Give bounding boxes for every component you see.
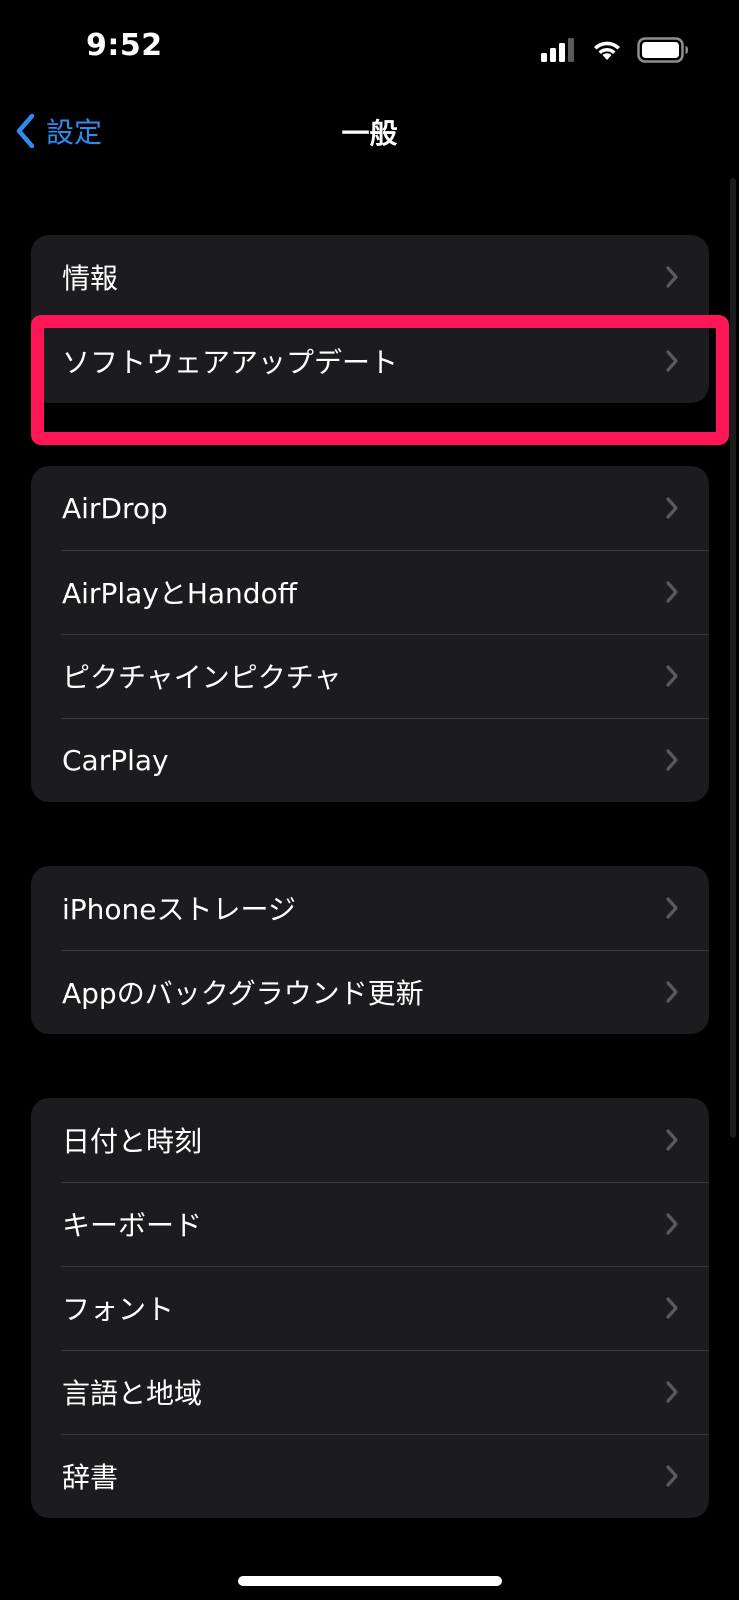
battery-icon <box>637 37 688 63</box>
list-item-label: キーボード <box>62 1209 203 1242</box>
settings-group-locale: 日付と時刻 キーボード フォント 言語と地域 辞書 <box>31 1098 709 1518</box>
list-item-keyboard[interactable]: キーボード <box>31 1182 709 1266</box>
list-item-fonts[interactable]: フォント <box>31 1266 709 1350</box>
chevron-right-icon <box>666 1381 678 1403</box>
chevron-right-icon <box>666 497 678 519</box>
chevron-right-icon <box>666 581 678 603</box>
settings-group-info: 情報 ソフトウェアアップデート <box>31 235 709 403</box>
chevron-right-icon <box>666 897 678 919</box>
home-indicator[interactable] <box>238 1576 502 1586</box>
back-button-label: 設定 <box>46 116 103 149</box>
back-button[interactable]: 設定 <box>14 108 102 154</box>
wifi-icon <box>594 41 620 60</box>
chevron-right-icon <box>666 1129 678 1151</box>
chevron-right-icon <box>666 665 678 687</box>
list-item-label: AirPlayとHandoff <box>62 577 297 610</box>
list-item-date-time[interactable]: 日付と時刻 <box>31 1098 709 1182</box>
list-item-background-app-refresh[interactable]: Appのバックグラウンド更新 <box>31 950 709 1034</box>
list-item-label: フォント <box>62 1293 175 1326</box>
list-item-carplay[interactable]: CarPlay <box>31 718 709 802</box>
list-item-label: 情報 <box>62 262 119 295</box>
list-item-label: Appのバックグラウンド更新 <box>62 977 424 1010</box>
chevron-left-icon <box>16 113 35 149</box>
list-item-label: 言語と地域 <box>62 1377 203 1410</box>
list-item-label: ソフトウェアアップデート <box>62 346 399 379</box>
list-item-label: iPhoneストレージ <box>62 893 296 926</box>
status-icons <box>541 36 689 64</box>
list-item-software-update[interactable]: ソフトウェアアップデート <box>31 319 709 403</box>
list-item-label: ピクチャインピクチャ <box>62 661 342 694</box>
list-item-label: AirDrop <box>62 491 168 525</box>
list-item-label: CarPlay <box>62 743 169 777</box>
scroll-indicator <box>730 178 736 1138</box>
list-item-airplay-handoff[interactable]: AirPlayとHandoff <box>31 550 709 634</box>
settings-group-connectivity: AirDrop AirPlayとHandoff ピクチャインピクチャ CarPl… <box>31 466 709 802</box>
list-item-airdrop[interactable]: AirDrop <box>31 466 709 550</box>
list-item-info[interactable]: 情報 <box>31 235 709 319</box>
list-item-picture-in-picture[interactable]: ピクチャインピクチャ <box>31 634 709 718</box>
chevron-right-icon <box>666 749 678 771</box>
status-time: 9:52 <box>86 28 163 63</box>
cellular-signal-icon <box>541 38 574 62</box>
chevron-right-icon <box>666 350 678 372</box>
page-title: 一般 <box>341 117 398 150</box>
list-item-iphone-storage[interactable]: iPhoneストレージ <box>31 866 709 950</box>
chevron-right-icon <box>666 1213 678 1235</box>
list-item-language-region[interactable]: 言語と地域 <box>31 1350 709 1434</box>
chevron-right-icon <box>666 1465 678 1487</box>
chevron-right-icon <box>666 1297 678 1319</box>
list-item-dictionary[interactable]: 辞書 <box>31 1434 709 1518</box>
list-item-label: 日付と時刻 <box>62 1125 203 1158</box>
settings-group-storage: iPhoneストレージ Appのバックグラウンド更新 <box>31 866 709 1034</box>
chevron-right-icon <box>666 981 678 1003</box>
chevron-right-icon <box>666 266 678 288</box>
navigation-bar: 一般 設定 <box>0 100 739 162</box>
list-item-label: 辞書 <box>62 1461 119 1494</box>
status-bar: 9:52 <box>0 0 739 100</box>
